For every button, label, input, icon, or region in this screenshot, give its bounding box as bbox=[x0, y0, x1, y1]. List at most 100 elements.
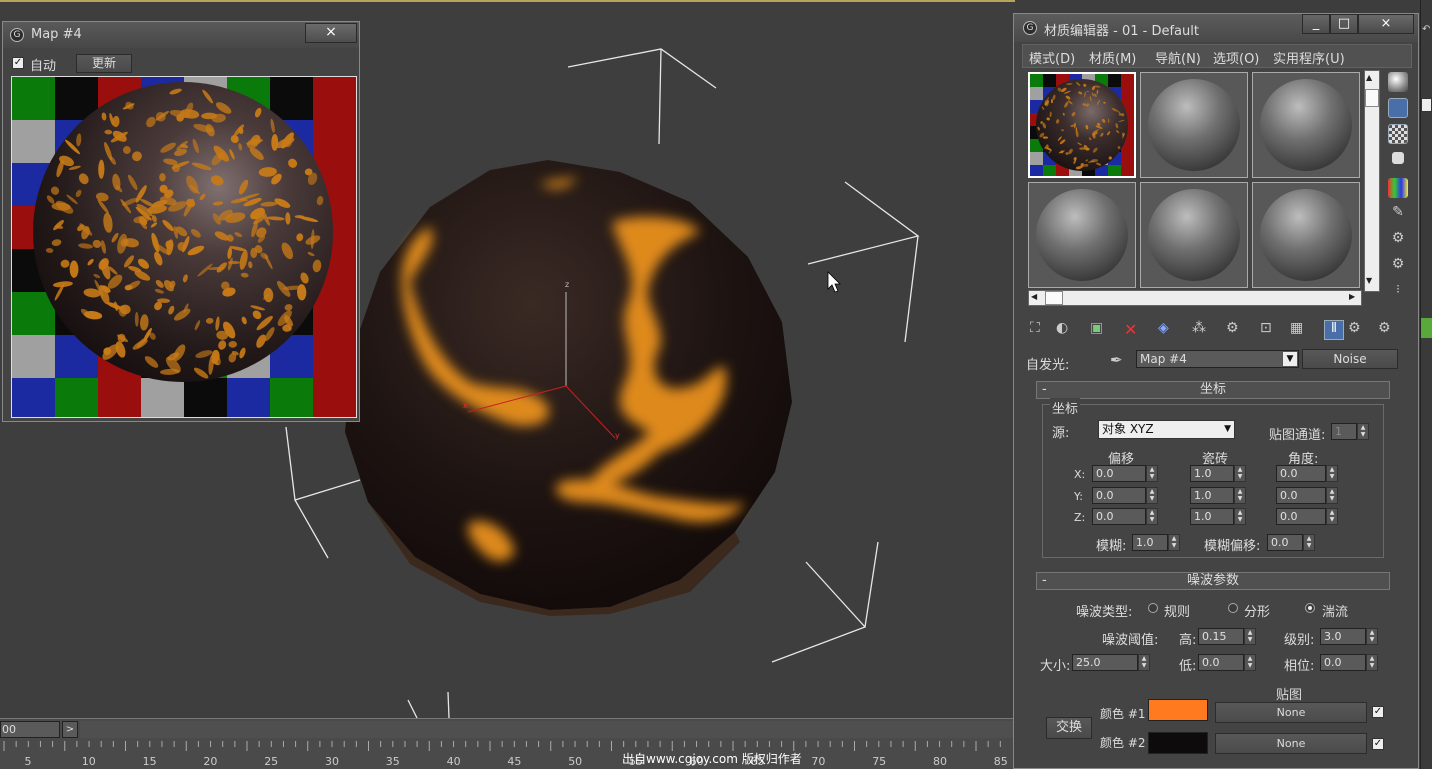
close-button[interactable]: × bbox=[1358, 14, 1414, 34]
scroll-up-icon[interactable]: ▲ bbox=[1366, 73, 1372, 82]
size-spinner[interactable]: 25.0 ▲ ▼ bbox=[1072, 654, 1150, 671]
spinner-arrows-icon[interactable]: ▲ ▼ bbox=[1366, 654, 1378, 671]
sample-slot-6[interactable] bbox=[1252, 182, 1360, 288]
select-by-material-icon[interactable]: ⚙ bbox=[1388, 256, 1408, 276]
map-channel-spinner[interactable]: 1 ▲ ▼ bbox=[1331, 423, 1369, 440]
map-name-dropdown-icon[interactable]: ▼ bbox=[1282, 351, 1298, 367]
sample-slot-2[interactable] bbox=[1140, 72, 1248, 178]
swap-button[interactable]: 交换 bbox=[1046, 717, 1092, 739]
spinner-arrows-icon[interactable]: ▲ ▼ bbox=[1303, 534, 1315, 551]
angle-z-spinner[interactable]: 0.0 ▲ ▼ bbox=[1276, 508, 1338, 525]
noise-sphere[interactable] bbox=[345, 160, 792, 616]
spinner-arrows-icon[interactable]: ▲ ▼ bbox=[1366, 628, 1378, 645]
angle-y-spinner[interactable]: 0.0 ▲ ▼ bbox=[1276, 487, 1338, 504]
scroll-right-icon[interactable]: ▶ bbox=[1349, 292, 1355, 301]
video-color-check-icon[interactable] bbox=[1388, 178, 1408, 198]
material-editor-titlebar[interactable]: G 材质编辑器 - 01 - Default _ □ × bbox=[1014, 14, 1418, 42]
tiling-z-spinner[interactable]: 1.0 ▲ ▼ bbox=[1190, 508, 1246, 525]
sample-slot-5[interactable] bbox=[1140, 182, 1248, 288]
color2-map-button[interactable]: None bbox=[1215, 733, 1367, 754]
noise-params-rollout-header[interactable]: - 噪波参数 bbox=[1036, 572, 1390, 590]
color2-map-enable-checkbox[interactable]: ✓ bbox=[1372, 738, 1384, 750]
spinner-arrows-icon[interactable]: ▲ ▼ bbox=[1234, 508, 1246, 525]
spinner-arrows-icon[interactable]: ▲ ▼ bbox=[1146, 508, 1158, 525]
offset-z-spinner[interactable]: 0.0 ▲ ▼ bbox=[1092, 508, 1158, 525]
coordinates-rollout-header[interactable]: - 坐标 bbox=[1036, 381, 1390, 399]
sample-uv-tiling-icon[interactable] bbox=[1392, 152, 1404, 164]
track-ruler[interactable]: 5 10 15 20 25 30 35 40 45 50 55 60 65 70 75 80 85 bbox=[0, 741, 1015, 769]
spinner-arrows-icon[interactable]: ▲ ▼ bbox=[1138, 654, 1150, 671]
slots-vertical-scrollbar[interactable]: ▲ ▼ bbox=[1364, 70, 1380, 292]
menu-navigation[interactable]: 导航(N) bbox=[1155, 48, 1201, 67]
noise-type-regular-radio[interactable] bbox=[1148, 603, 1158, 613]
menu-utilities[interactable]: 实用程序(U) bbox=[1273, 48, 1345, 67]
make-preview-icon[interactable]: ✎ bbox=[1388, 204, 1408, 224]
auto-checkbox[interactable]: ✓ bbox=[12, 57, 24, 69]
update-button[interactable]: 更新 bbox=[76, 54, 132, 73]
make-unique-icon[interactable]: ◈ bbox=[1158, 320, 1178, 340]
angle-x-spinner[interactable]: 0.0 ▲ ▼ bbox=[1276, 465, 1338, 482]
tiling-x-spinner[interactable]: 1.0 ▲ ▼ bbox=[1190, 465, 1246, 482]
spinner-arrows-icon[interactable]: ▲ ▼ bbox=[1326, 508, 1338, 525]
sample-slot-3[interactable] bbox=[1252, 72, 1360, 178]
color1-map-enable-checkbox[interactable]: ✓ bbox=[1372, 706, 1384, 718]
background-checker-icon[interactable] bbox=[1388, 124, 1408, 144]
sample-slot-1[interactable] bbox=[1028, 72, 1136, 178]
low-spinner[interactable]: 0.0 ▲ ▼ bbox=[1198, 654, 1256, 671]
show-shaded-icon[interactable]: ⊡ bbox=[1260, 320, 1280, 340]
backlight-icon[interactable] bbox=[1388, 98, 1408, 118]
spinner-arrows-icon[interactable]: ▲ ▼ bbox=[1244, 654, 1256, 671]
spinner-arrows-icon[interactable]: ▲ ▼ bbox=[1326, 465, 1338, 482]
scroll-down-icon[interactable]: ▼ bbox=[1366, 276, 1372, 285]
put-to-scene-icon[interactable]: ◐ bbox=[1056, 320, 1076, 340]
assign-to-selection-icon[interactable]: ▣ bbox=[1090, 320, 1110, 340]
offset-y-spinner[interactable]: 0.0 ▲ ▼ bbox=[1092, 487, 1158, 504]
offset-x-spinner[interactable]: 0.0 ▲ ▼ bbox=[1092, 465, 1158, 482]
material-id-icon[interactable]: ⚙ bbox=[1226, 320, 1246, 340]
spinner-arrows-icon[interactable]: ▲ ▼ bbox=[1326, 487, 1338, 504]
color2-swatch[interactable] bbox=[1148, 732, 1208, 754]
spinner-arrows-icon[interactable]: ▲ ▼ bbox=[1357, 423, 1369, 440]
curve-icon[interactable]: ↶ bbox=[1422, 24, 1430, 35]
minimize-button[interactable]: _ bbox=[1302, 14, 1330, 34]
high-spinner[interactable]: 0.15 ▲ ▼ bbox=[1198, 628, 1256, 645]
maximize-button[interactable]: □ bbox=[1330, 14, 1358, 34]
spinner-arrows-icon[interactable]: ▲ ▼ bbox=[1146, 487, 1158, 504]
spinner-arrows-icon[interactable]: ▲ ▼ bbox=[1234, 487, 1246, 504]
frame-field[interactable]: 00 bbox=[0, 721, 60, 738]
blur-spinner[interactable]: 1.0 ▲ ▼ bbox=[1132, 534, 1180, 551]
menu-mode[interactable]: 模式(D) bbox=[1029, 48, 1075, 67]
spinner-arrows-icon[interactable]: ▲ ▼ bbox=[1244, 628, 1256, 645]
menu-material[interactable]: 材质(M) bbox=[1089, 48, 1136, 67]
eyedropper-icon[interactable]: ✒ bbox=[1110, 351, 1123, 369]
map-window-titlebar[interactable]: G Map #4 × bbox=[3, 22, 359, 48]
put-to-library-icon[interactable]: ⁂ bbox=[1192, 320, 1212, 340]
map-type-button[interactable]: Noise bbox=[1302, 349, 1398, 369]
color1-map-button[interactable]: None bbox=[1215, 702, 1367, 723]
next-frame-button[interactable]: > bbox=[62, 721, 78, 738]
scroll-left-icon[interactable]: ◀ bbox=[1031, 292, 1037, 301]
time-track[interactable] bbox=[80, 721, 1015, 738]
sample-slot-4[interactable] bbox=[1028, 182, 1136, 288]
tiling-y-spinner[interactable]: 1.0 ▲ ▼ bbox=[1190, 487, 1246, 504]
material-navigator-icon[interactable]: ⁝ bbox=[1388, 282, 1408, 302]
map-name-field[interactable]: Map #4 bbox=[1136, 350, 1299, 368]
spinner-arrows-icon[interactable]: ▲ ▼ bbox=[1146, 465, 1158, 482]
go-to-parent-icon[interactable]: ⫴ bbox=[1324, 320, 1344, 340]
vertical-scroll-thumb[interactable] bbox=[1365, 89, 1379, 107]
sample-type-icon[interactable] bbox=[1388, 72, 1408, 92]
show-end-result-icon[interactable]: ▦ bbox=[1290, 320, 1310, 340]
get-material-icon[interactable]: ⛶ bbox=[1030, 320, 1050, 340]
go-forward-sibling-icon[interactable]: ⚙ bbox=[1348, 320, 1368, 340]
menu-options[interactable]: 选项(O) bbox=[1213, 48, 1259, 67]
horizontal-scroll-thumb[interactable] bbox=[1045, 291, 1063, 305]
reset-map-icon[interactable]: ✕ bbox=[1124, 320, 1144, 340]
map-window-close-button[interactable]: × bbox=[305, 23, 357, 43]
spinner-arrows-icon[interactable]: ▲ ▼ bbox=[1234, 465, 1246, 482]
options-icon[interactable]: ⚙ bbox=[1388, 230, 1408, 250]
color1-swatch[interactable] bbox=[1148, 699, 1208, 721]
noise-type-fractal-radio[interactable] bbox=[1228, 603, 1238, 613]
slots-horizontal-scrollbar[interactable]: ◀ ▶ bbox=[1028, 290, 1362, 306]
blur-offset-spinner[interactable]: 0.0 ▲ ▼ bbox=[1267, 534, 1315, 551]
pick-material-icon[interactable]: ⚙ bbox=[1378, 320, 1398, 340]
